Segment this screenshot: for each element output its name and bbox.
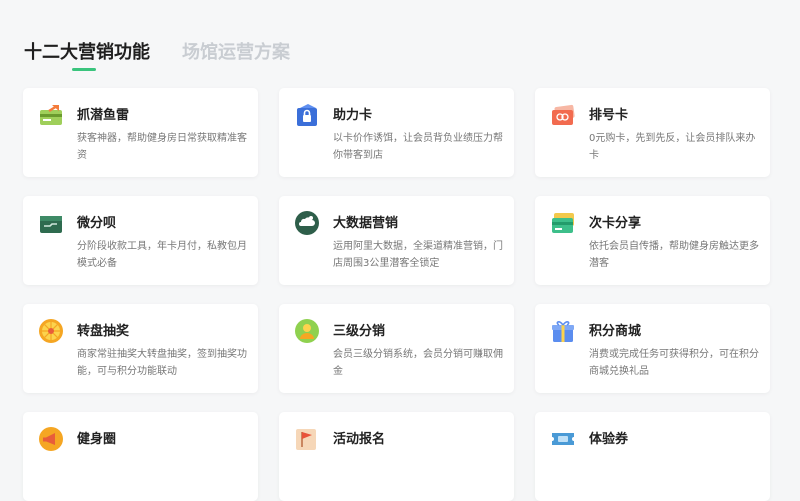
feature-card-lucky-wheel[interactable]: 转盘抽奖 商家常驻抽奖大转盘抽奖，签到抽奖功能，可与积分功能联动 xyxy=(23,304,258,393)
card-description: 依托会员自传播，帮助健身房触达更多潜客 xyxy=(589,241,759,269)
card-description: 以卡价作诱饵，让会员背负业绩压力帮你带客到店 xyxy=(333,133,503,161)
card-description: 运用阿里大数据，全渠道精准营销，门店周围3公里潜客全锁定 xyxy=(333,241,503,269)
feature-card-installment[interactable]: 微分呗 分阶段收款工具，年卡月付，私教包月模式必备 xyxy=(23,196,258,285)
card-title: 微分呗 xyxy=(77,216,117,231)
feature-card-distribution[interactable]: 三级分销 会员三级分销系统，会员分销可赚取佣金 xyxy=(279,304,514,393)
ticket-icon xyxy=(550,426,576,452)
card-description: 分阶段收款工具，年卡月付，私教包月模式必备 xyxy=(77,241,247,269)
lead-card-icon xyxy=(38,102,64,128)
card-title: 大数据营销 xyxy=(333,216,399,231)
active-tab-indicator xyxy=(72,68,96,71)
feature-card-queue-card[interactable]: 排号卡 0元购卡，先到先反，让会员排队来办卡 xyxy=(535,88,770,177)
share-card-icon xyxy=(550,210,576,236)
card-description: 商家常驻抽奖大转盘抽奖，签到抽奖功能，可与积分功能联动 xyxy=(77,349,247,377)
distribution-icon xyxy=(294,318,320,344)
tab-venue-operation[interactable]: 场馆运营方案 xyxy=(182,38,290,64)
card-description: 消费或完成任务可获得积分，可在积分商城兑换礼品 xyxy=(589,349,759,377)
card-title: 抓潜鱼雷 xyxy=(77,108,130,123)
gift-icon xyxy=(550,318,576,344)
feature-card-big-data[interactable]: 大数据营销 运用阿里大数据，全渠道精准营销，门店周围3公里潜客全锁定 xyxy=(279,196,514,285)
card-title: 三级分销 xyxy=(333,324,386,339)
card-title: 健身圈 xyxy=(77,432,117,447)
feature-card-event-signup[interactable]: 活动报名 xyxy=(279,412,514,501)
card-description: 获客神器，帮助健身房日常获取精准客资 xyxy=(77,133,247,161)
feature-card-share-card[interactable]: 次卡分享 依托会员自传播，帮助健身房触达更多潜客 xyxy=(535,196,770,285)
card-title: 转盘抽奖 xyxy=(77,324,130,339)
card-title: 排号卡 xyxy=(589,108,629,123)
tab-marketing-features[interactable]: 十二大营销功能 xyxy=(24,38,150,64)
feature-card-boost-card[interactable]: 助力卡 以卡价作诱饵，让会员背负业绩压力帮你带客到店 xyxy=(279,88,514,177)
feature-card-points-mall[interactable]: 积分商城 消费或完成任务可获得积分，可在积分商城兑换礼品 xyxy=(535,304,770,393)
cloud-data-icon xyxy=(294,210,320,236)
feature-card-lead-torpedo[interactable]: 抓潜鱼雷 获客神器，帮助健身房日常获取精准客资 xyxy=(23,88,258,177)
megaphone-icon xyxy=(38,426,64,452)
queue-card-icon xyxy=(550,102,576,128)
feature-card-trial-voucher[interactable]: 体验券 xyxy=(535,412,770,501)
card-title: 助力卡 xyxy=(333,108,373,123)
card-title: 次卡分享 xyxy=(589,216,642,231)
lock-card-icon xyxy=(294,102,320,128)
card-title: 体验券 xyxy=(589,432,629,447)
card-title: 积分商城 xyxy=(589,324,642,339)
wheel-icon xyxy=(38,318,64,344)
card-description: 0元购卡，先到先反，让会员排队来办卡 xyxy=(589,133,756,161)
feature-card-fitness-circle[interactable]: 健身圈 xyxy=(23,412,258,501)
card-description: 会员三级分销系统，会员分销可赚取佣金 xyxy=(333,349,503,377)
page: 十二大营销功能 场馆运营方案 抓潜鱼雷 获客神器，帮助健身房日常获取精准客资 助… xyxy=(0,0,800,501)
wallet-icon xyxy=(38,210,64,236)
flag-icon xyxy=(294,426,320,452)
card-title: 活动报名 xyxy=(333,432,386,447)
